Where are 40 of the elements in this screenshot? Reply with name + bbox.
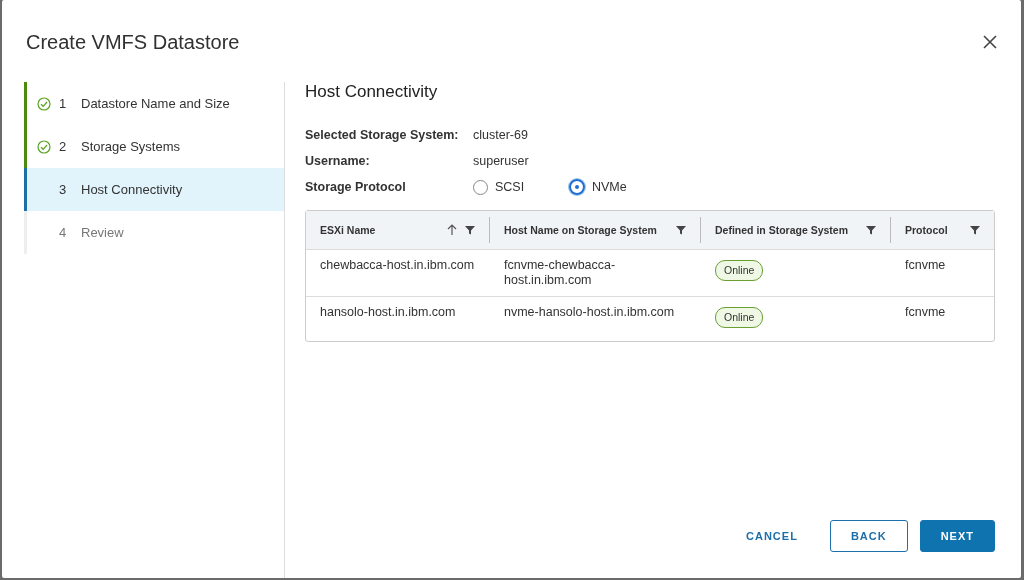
radio-option[interactable]: SCSI [473, 179, 569, 195]
column-header[interactable]: Protocol [891, 217, 994, 243]
table-cell-text: fcnvme-chewbacca-host.in.ibm.com [503, 257, 617, 289]
step-number: 3 [59, 182, 68, 197]
step-number: 2 [59, 139, 68, 154]
step-label: Storage Systems [81, 139, 180, 154]
next-button[interactable]: NEXT [919, 520, 995, 552]
filter-icon[interactable] [970, 225, 980, 235]
sort-arrow-icon[interactable] [447, 224, 457, 236]
filter-icon[interactable] [676, 225, 686, 235]
field-label: Username: [305, 154, 371, 168]
wizard-step[interactable]: 3 Host Connectivity [24, 168, 284, 211]
field-label: Storage Protocol [305, 180, 407, 194]
table-cell-text: chewbacca-host.in.ibm.com [319, 257, 476, 274]
filter-icon[interactable] [866, 225, 876, 235]
filter-icon[interactable] [465, 225, 475, 235]
table-cell-text: fcnvme [904, 257, 947, 274]
step-label: Review [81, 225, 124, 240]
radio-option[interactable]: NVMe [569, 179, 665, 195]
step-label: Host Connectivity [81, 182, 183, 197]
step-number: 1 [59, 96, 68, 111]
check-circle-icon [37, 96, 51, 111]
table-cell-text: fcnvme [904, 304, 947, 321]
column-header[interactable]: Defined in Storage System [701, 217, 891, 243]
field-value: cluster-69 [473, 128, 528, 142]
status-badge: Online [715, 260, 764, 281]
column-header[interactable]: ESXi Name [306, 217, 490, 243]
field-value: superuser [473, 154, 529, 168]
dialog-title: Create VMFS Datastore [26, 30, 240, 54]
status-badge: Online [715, 307, 764, 328]
cancel-button[interactable]: CANCEL [726, 520, 818, 552]
table-cell-text: nvme-hansolo-host.in.ibm.com [503, 304, 676, 321]
column-header[interactable]: Host Name on Storage System [490, 217, 701, 243]
page-title: Host Connectivity [305, 82, 439, 102]
table-cell-text: hansolo-host.in.ibm.com [319, 304, 457, 321]
step-number: 4 [59, 225, 68, 240]
back-button[interactable]: BACK [829, 520, 908, 552]
step-label: Datastore Name and Size [81, 96, 230, 111]
field-label: Selected Storage System: [305, 128, 460, 142]
check-circle-icon [37, 139, 51, 154]
